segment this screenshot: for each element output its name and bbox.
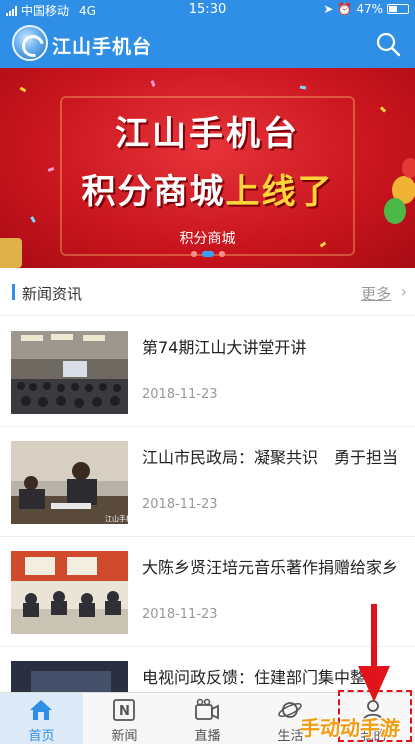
news-title: 大陈乡贤汪培元音乐著作捐赠给家乡: [142, 558, 399, 577]
tab-home[interactable]: 首页: [0, 693, 83, 744]
location-icon: ➤: [323, 2, 334, 16]
list-item[interactable]: 江山手机 江山市民政局：凝聚共识 勇于担当 2018-11-23: [0, 427, 415, 537]
watermark-text: 手动动手游: [300, 716, 400, 740]
section-title: 新闻资讯: [22, 285, 83, 303]
news-date: 2018-11-23: [142, 387, 218, 402]
news-title: 第74期江山大讲堂开讲: [142, 338, 307, 357]
tab-label: 新闻: [111, 729, 138, 744]
confetti: [19, 86, 27, 93]
app-header: 江山手机台: [0, 20, 415, 68]
video-icon: [195, 698, 219, 720]
news-date: 2018-11-23: [142, 497, 218, 512]
confetti: [150, 80, 156, 87]
svg-text:江山手机: 江山手机: [105, 514, 128, 523]
more-link[interactable]: 更多: [361, 283, 391, 304]
app-title: 江山手机台: [52, 36, 153, 58]
battery-percent: 47%: [356, 2, 383, 16]
svg-text:N: N: [119, 704, 130, 719]
news-thumbnail: [11, 331, 128, 414]
banner-subheadline-white: 积分商城: [81, 172, 226, 212]
alarm-icon: ⏰: [337, 2, 353, 16]
news-icon: N: [113, 699, 135, 721]
tab-live[interactable]: 直播: [166, 693, 249, 744]
news-title: 江山市民政局：凝聚共识 勇于担当: [142, 448, 399, 467]
news-section-header: 新闻资讯 更多 ›: [0, 268, 415, 316]
red-arrow-annotation: [358, 604, 390, 702]
tab-news[interactable]: N 新闻: [83, 693, 166, 744]
confetti: [299, 85, 307, 90]
banner-subheadline-yellow: 上线了: [225, 172, 334, 212]
banner-headline: 江山手机台: [115, 114, 300, 154]
list-item[interactable]: 大陈乡贤汪培元音乐著作捐赠给家乡 2018-11-23: [0, 537, 415, 647]
app-screen: 中国移动 4G 15:30 ➤ ⏰ 47% 江山手机台 江山手机台 积分商城上线…: [0, 0, 415, 744]
battery-icon: [387, 4, 409, 14]
tab-label: 首页: [28, 729, 55, 744]
news-thumbnail: [11, 551, 128, 634]
tab-label: 直播: [194, 729, 221, 744]
confetti: [30, 216, 36, 223]
carousel-dot[interactable]: [190, 251, 197, 257]
search-icon[interactable]: [375, 31, 401, 57]
carousel-dot[interactable]: [201, 251, 214, 257]
app-logo-icon: [12, 25, 48, 61]
status-bar: 中国移动 4G 15:30 ➤ ⏰ 47%: [0, 0, 415, 20]
news-thumbnail: 江山手机: [11, 441, 128, 524]
chevron-right-icon[interactable]: ›: [401, 282, 407, 301]
section-accent-bar: [12, 284, 15, 300]
carousel-dot[interactable]: [218, 251, 225, 257]
list-item[interactable]: 第74期江山大讲堂开讲 2018-11-23: [0, 317, 415, 427]
promo-banner[interactable]: 江山手机台 积分商城上线了 积分商城: [0, 68, 415, 268]
carousel-dots[interactable]: [0, 251, 415, 257]
news-date: 2018-11-23: [142, 607, 218, 622]
banner-caption: 积分商城: [179, 231, 236, 247]
banner-subheadline: 积分商城上线了: [0, 164, 415, 213]
home-icon: [30, 700, 52, 720]
